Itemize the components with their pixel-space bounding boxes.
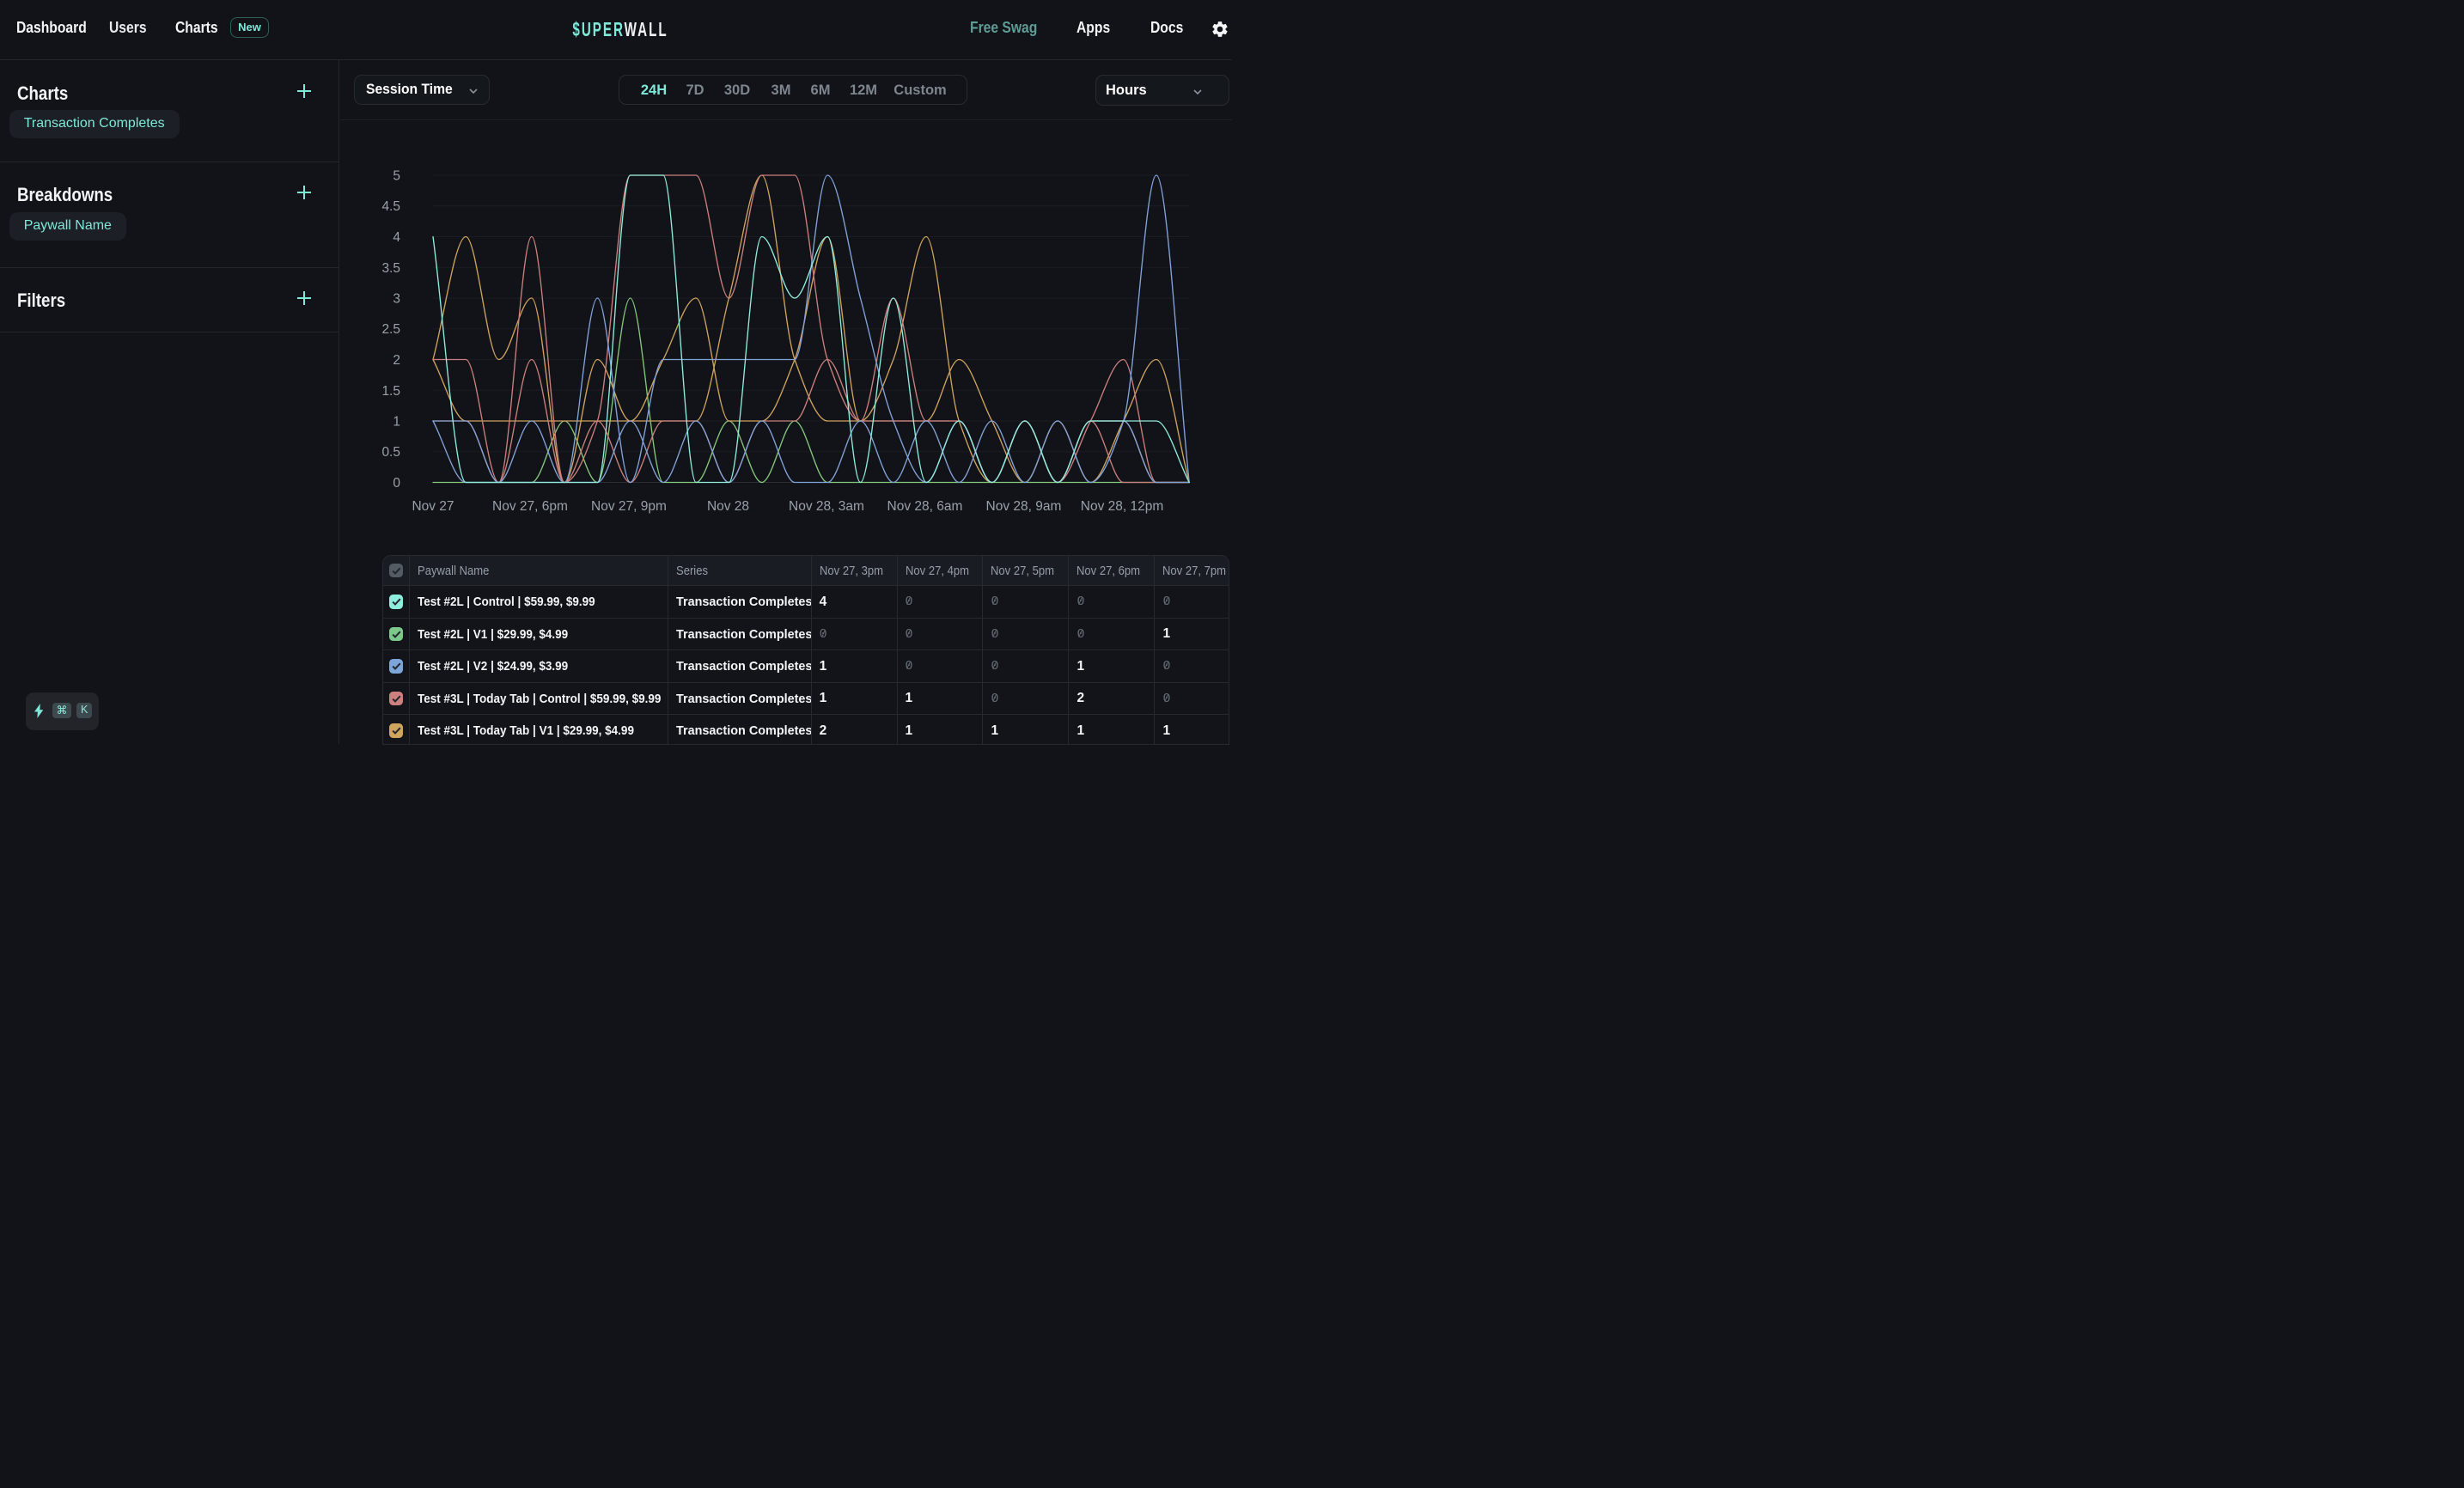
svg-text:2.5: 2.5: [381, 322, 400, 337]
svg-text:Nov 27: Nov 27: [412, 499, 454, 514]
svg-text:1.5: 1.5: [381, 384, 400, 399]
svg-text:Nov 28, 12pm: Nov 28, 12pm: [1081, 499, 1164, 514]
svg-text:1: 1: [393, 415, 400, 430]
svg-text:Nov 28, 9am: Nov 28, 9am: [986, 499, 1062, 514]
svg-text:5: 5: [393, 169, 400, 184]
svg-text:3.5: 3.5: [381, 261, 400, 276]
svg-text:3: 3: [393, 292, 400, 307]
svg-text:Nov 28, 3am: Nov 28, 3am: [789, 499, 864, 514]
svg-text:4.5: 4.5: [381, 199, 400, 214]
svg-text:Nov 27, 6pm: Nov 27, 6pm: [492, 499, 568, 514]
svg-text:Nov 27, 9pm: Nov 27, 9pm: [591, 499, 667, 514]
svg-text:Nov 28, 6am: Nov 28, 6am: [887, 499, 963, 514]
svg-text:Nov 28: Nov 28: [707, 499, 749, 514]
svg-text:0: 0: [393, 476, 400, 491]
svg-text:0.5: 0.5: [381, 445, 400, 460]
svg-text:2: 2: [393, 353, 400, 368]
svg-text:4: 4: [393, 230, 400, 245]
